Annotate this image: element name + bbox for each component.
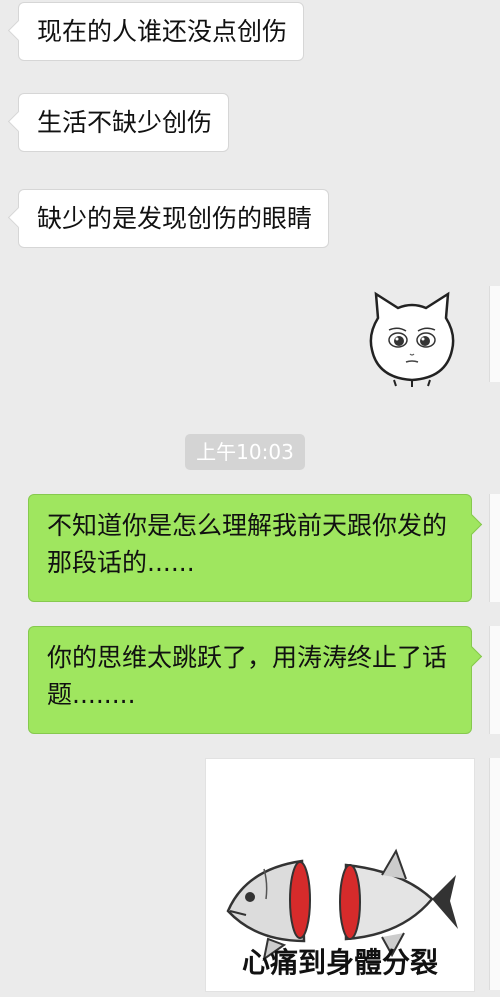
cat-face-sticker[interactable] bbox=[364, 288, 460, 388]
message-text: 缺少的是发现创伤的眼睛 bbox=[37, 204, 313, 233]
avatar[interactable] bbox=[489, 494, 500, 602]
outgoing-message-bubble[interactable]: 不知道你是怎么理解我前天跟你发的那段话的...... bbox=[28, 494, 472, 602]
incoming-message-bubble[interactable]: 缺少的是发现创伤的眼睛 bbox=[18, 189, 330, 248]
avatar[interactable] bbox=[489, 758, 500, 990]
incoming-message-bubble[interactable]: 生活不缺少创伤 bbox=[18, 93, 230, 152]
incoming-message-bubble[interactable]: 现在的人谁还没点创伤 bbox=[18, 2, 305, 61]
timestamp: 上午10:03 bbox=[185, 434, 305, 470]
cat-face-icon bbox=[369, 291, 455, 387]
fish-sticker[interactable]: 心痛到身體分裂 bbox=[205, 758, 475, 992]
avatar[interactable] bbox=[489, 286, 500, 382]
sticker-caption: 心痛到身體分裂 bbox=[241, 946, 438, 979]
outgoing-message-bubble[interactable]: 你的思维太跳跃了，用涛涛终止了话题........ bbox=[28, 626, 472, 734]
message-text: 不知道你是怎么理解我前天跟你发的那段话的...... bbox=[47, 511, 448, 577]
avatar[interactable] bbox=[489, 626, 500, 734]
message-text: 你的思维太跳跃了，用涛涛终止了话题........ bbox=[47, 643, 448, 709]
message-text: 生活不缺少创伤 bbox=[37, 108, 213, 137]
message-text: 现在的人谁还没点创伤 bbox=[37, 17, 288, 46]
